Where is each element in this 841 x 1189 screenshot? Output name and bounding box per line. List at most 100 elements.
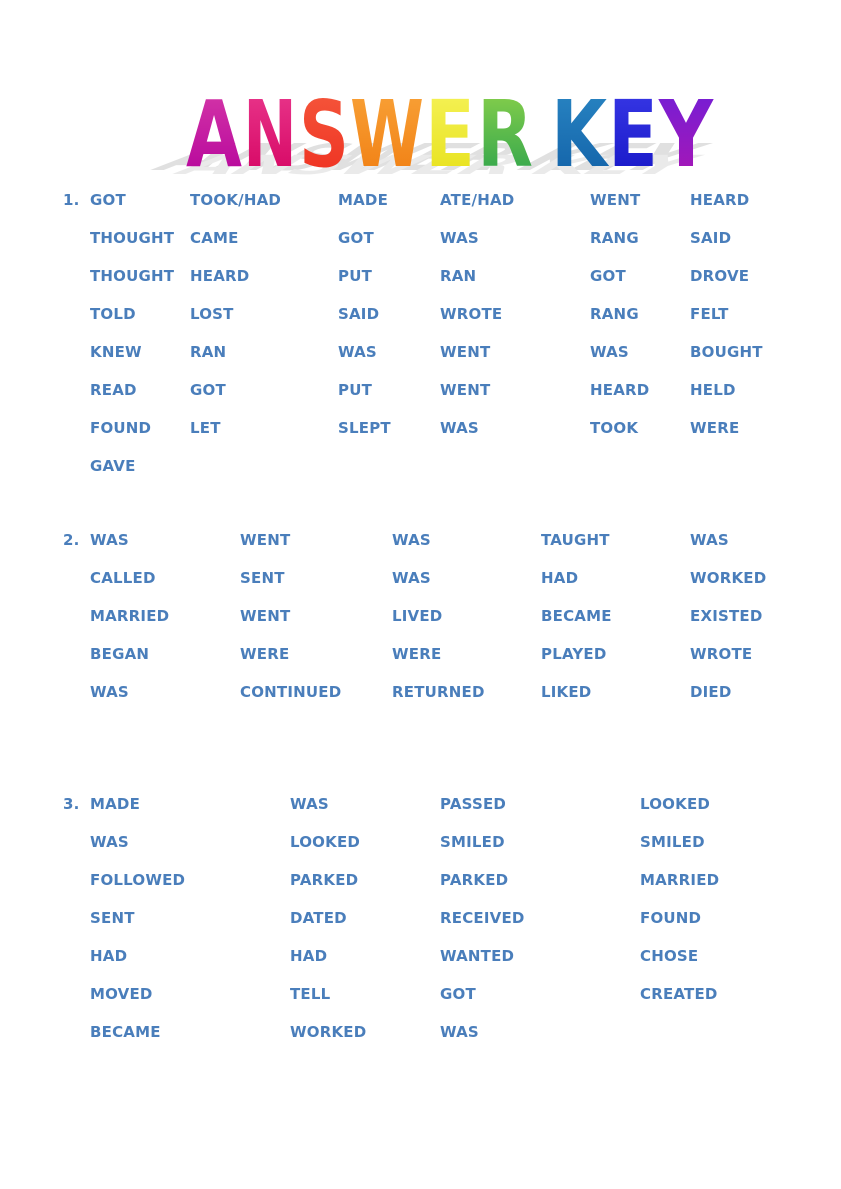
answer-word: RAN — [440, 267, 477, 285]
title-letter-w: W — [350, 81, 424, 178]
answer-word: LOOKED — [640, 795, 711, 813]
answer-key-title: ANSWER KEY ANSWER KEY A N S W E R K E Y — [0, 58, 841, 178]
answer-word: DIED — [690, 683, 732, 701]
title-letter-y: Y — [658, 81, 714, 178]
answer-word: PASSED — [440, 795, 507, 813]
answer-block-number: 2. — [63, 531, 80, 549]
answer-word: WAS — [392, 531, 431, 549]
answer-key-title-graphic: ANSWER KEY ANSWER KEY A N S W E R K E Y — [134, 81, 727, 178]
answer-word: WAS — [440, 1023, 479, 1041]
answer-word: WAS — [590, 343, 629, 361]
answer-row: CALLED SENT WAS HAD WORKED — [0, 568, 841, 606]
answer-word: PLAYED — [541, 645, 607, 663]
answer-word: RETURNED — [392, 683, 485, 701]
title-letter-s: S — [299, 81, 349, 178]
answer-word: DATED — [290, 909, 347, 927]
answer-word: TOLD — [90, 305, 136, 323]
answer-word: SMILED — [440, 833, 505, 851]
answer-word: BEGAN — [90, 645, 150, 663]
answer-row: FOLLOWED PARKED PARKED MARRIED — [0, 870, 841, 908]
answer-word: RECEIVED — [440, 909, 525, 927]
answer-word: BECAME — [541, 607, 612, 625]
answer-word: CREATED — [640, 985, 718, 1003]
answer-row: BECAME WORKED WAS — [0, 1022, 841, 1060]
answer-word: LOOKED — [290, 833, 361, 851]
answer-word: WAS — [90, 531, 129, 549]
answer-word: RAN — [190, 343, 227, 361]
answer-row: WAS LOOKED SMILED SMILED — [0, 832, 841, 870]
answer-word: KNEW — [90, 343, 142, 361]
answer-word: LIVED — [392, 607, 443, 625]
answer-word: THOUGHT — [90, 267, 175, 285]
answer-word: WROTE — [690, 645, 753, 663]
answer-row: 3. MADE WAS PASSED LOOKED — [0, 794, 841, 832]
answer-word: SLEPT — [338, 419, 391, 437]
answer-word: PUT — [338, 381, 373, 399]
answer-word: BECAME — [90, 1023, 161, 1041]
answer-word: CAME — [190, 229, 239, 247]
title-letter-a: A — [186, 81, 242, 178]
title-letter-r: R — [477, 81, 533, 178]
answer-word: LIKED — [541, 683, 592, 701]
answer-word: FOLLOWED — [90, 871, 186, 889]
answer-word: GOT — [90, 191, 126, 209]
answer-word: PARKED — [290, 871, 359, 889]
answer-word: GOT — [590, 267, 626, 285]
answer-row: SENT DATED RECEIVED FOUND — [0, 908, 841, 946]
answer-block-number: 1. — [63, 191, 80, 209]
answer-block-3: 3. MADE WAS PASSED LOOKED WAS LOOKED SMILED SMIL… — [0, 794, 841, 1060]
answer-word: FOUND — [640, 909, 702, 927]
worksheet-page: ANSWER KEY ANSWER KEY A N S W E R K E Y … — [0, 0, 841, 1189]
title-letter-e2: E — [608, 81, 658, 178]
title-letter-e1: E — [425, 81, 475, 178]
answer-word: WAS — [290, 795, 329, 813]
answer-word: EXISTED — [690, 607, 763, 625]
title-letter-n: N — [243, 81, 297, 178]
answer-word: WANTED — [440, 947, 515, 965]
answer-word: WAS — [440, 419, 479, 437]
answer-word: PARKED — [440, 871, 509, 889]
answer-word: WERE — [392, 645, 442, 663]
answer-word: THOUGHT — [90, 229, 175, 247]
answer-word: MOVED — [90, 985, 153, 1003]
answer-row: READ GOT PUT WENT HEARD HELD — [0, 380, 841, 418]
answer-word: WENT — [440, 343, 491, 361]
answer-word: BOUGHT — [690, 343, 763, 361]
answer-word: WAS — [338, 343, 377, 361]
answer-word: WENT — [440, 381, 491, 399]
answer-word: HEARD — [590, 381, 650, 399]
answer-word: WORKED — [690, 569, 767, 587]
answer-row: MOVED TELL GOT CREATED — [0, 984, 841, 1022]
answer-block-2: 2. WAS WENT WAS TAUGHT WAS CALLED SENT WAS HAD WOR… — [0, 530, 841, 720]
answer-word: FOUND — [90, 419, 152, 437]
answer-word: HAD — [541, 569, 579, 587]
answer-word: WORKED — [290, 1023, 367, 1041]
answer-word: HELD — [690, 381, 736, 399]
answer-word: WAS — [690, 531, 729, 549]
answer-word: HAD — [290, 947, 328, 965]
answer-row: FOUND LET SLEPT WAS TOOK WERE — [0, 418, 841, 456]
answer-word: TOOK — [590, 419, 639, 437]
answer-word: SMILED — [640, 833, 705, 851]
answer-word: SENT — [240, 569, 285, 587]
answer-row: THOUGHT HEARD PUT RAN GOT DROVE — [0, 266, 841, 304]
answer-word: GOT — [338, 229, 374, 247]
answer-word: WERE — [690, 419, 740, 437]
answer-block-number: 3. — [63, 795, 80, 813]
answer-block-1: 1. GOT TOOK/HAD MADE ATE/HAD WENT HEARD THOUGHT… — [0, 190, 841, 494]
answer-word: LET — [190, 419, 221, 437]
answer-word: WENT — [240, 607, 291, 625]
answer-word: CONTINUED — [240, 683, 342, 701]
answer-row: MARRIED WENT LIVED BECAME EXISTED — [0, 606, 841, 644]
answer-word: WAS — [90, 683, 129, 701]
answer-word: MADE — [338, 191, 389, 209]
answer-word: CHOSE — [640, 947, 699, 965]
answer-word: MARRIED — [640, 871, 720, 889]
answer-row: HAD HAD WANTED CHOSE — [0, 946, 841, 984]
answer-word: TAUGHT — [541, 531, 610, 549]
answer-word: CALLED — [90, 569, 156, 587]
answer-word: RANG — [590, 305, 639, 323]
answer-word: MARRIED — [90, 607, 170, 625]
answer-word: GOT — [190, 381, 226, 399]
answer-row: KNEW RAN WAS WENT WAS BOUGHT — [0, 342, 841, 380]
